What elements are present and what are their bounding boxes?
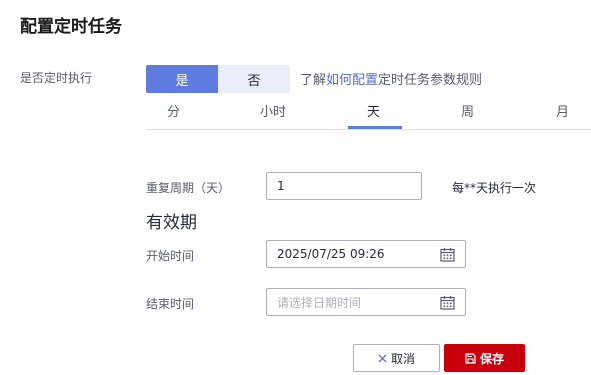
how-to-configure-link[interactable]: 如何配置 — [326, 73, 378, 88]
repeat-period-input[interactable]: 1 — [266, 172, 422, 200]
tab-hour[interactable]: 小时 — [260, 101, 286, 120]
start-time-value: 2025/07/25 09:26 — [277, 247, 385, 261]
repeat-note: 每**天执行一次 — [452, 181, 537, 195]
calendar-icon[interactable] — [440, 295, 455, 310]
cancel-button[interactable]: 取消 — [353, 344, 440, 372]
active-tab-indicator — [348, 126, 402, 129]
end-time-placeholder: 请选择日期时间 — [277, 295, 362, 310]
start-time-label: 开始时间 — [146, 249, 195, 263]
calendar-icon[interactable] — [440, 247, 455, 262]
save-label: 保存 — [479, 351, 504, 366]
tab-minute[interactable]: 分 — [167, 101, 180, 120]
repeat-period-label: 重复周期（天） — [146, 181, 231, 195]
end-time-input[interactable]: 请选择日期时间 — [266, 288, 466, 316]
tab-month[interactable]: 月 — [556, 101, 569, 120]
save-icon — [465, 352, 476, 364]
schedule-no-button[interactable]: 否 — [218, 65, 290, 93]
hint-suffix: 定时任务参数规则 — [378, 73, 483, 88]
tab-divider — [146, 129, 591, 130]
repeat-period-value: 1 — [277, 179, 285, 193]
validity-section-title: 有效期 — [146, 213, 197, 233]
schedule-hint: 了解如何配置定时任务参数规则 — [300, 69, 482, 88]
close-icon — [378, 353, 387, 363]
schedule-yes-button[interactable]: 是 — [146, 65, 218, 93]
start-time-input[interactable]: 2025/07/25 09:26 — [266, 240, 466, 268]
save-button[interactable]: 保存 — [444, 344, 525, 372]
tab-day[interactable]: 天 — [367, 101, 380, 120]
tab-week[interactable]: 周 — [461, 101, 474, 120]
end-time-label: 结束时间 — [146, 297, 195, 311]
schedule-label: 是否定时执行 — [20, 71, 93, 85]
dialog-title: 配置定时任务 — [20, 17, 122, 37]
hint-prefix: 了解 — [300, 73, 327, 88]
cancel-label: 取消 — [390, 351, 415, 366]
